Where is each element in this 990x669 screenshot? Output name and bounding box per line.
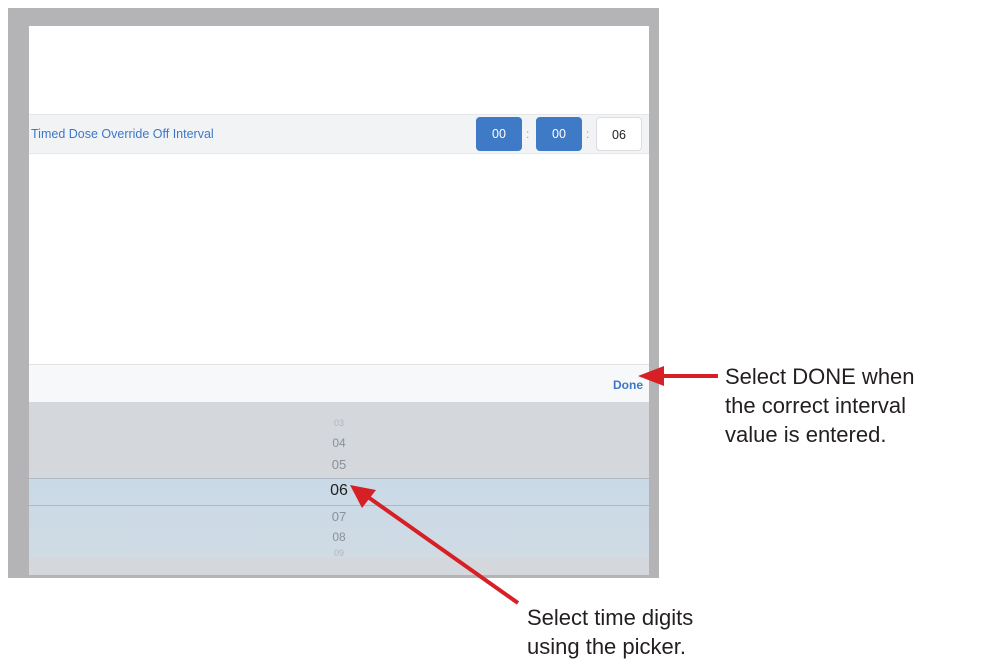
picker-arrow-line — [366, 495, 520, 605]
annotation-arrows — [350, 366, 718, 605]
done-callout: Select DONE when the correct interval va… — [725, 362, 915, 449]
callout-line: value is entered. — [725, 422, 887, 447]
picker-callout: Select time digits using the picker. — [527, 603, 693, 661]
done-arrow-head — [638, 366, 664, 386]
picker-arrow-head — [350, 485, 376, 508]
callout-line: Select time digits — [527, 605, 694, 630]
callout-line: Select DONE when — [725, 364, 915, 389]
callout-line: the correct interval — [725, 393, 906, 418]
callout-line: using the picker. — [527, 634, 686, 659]
